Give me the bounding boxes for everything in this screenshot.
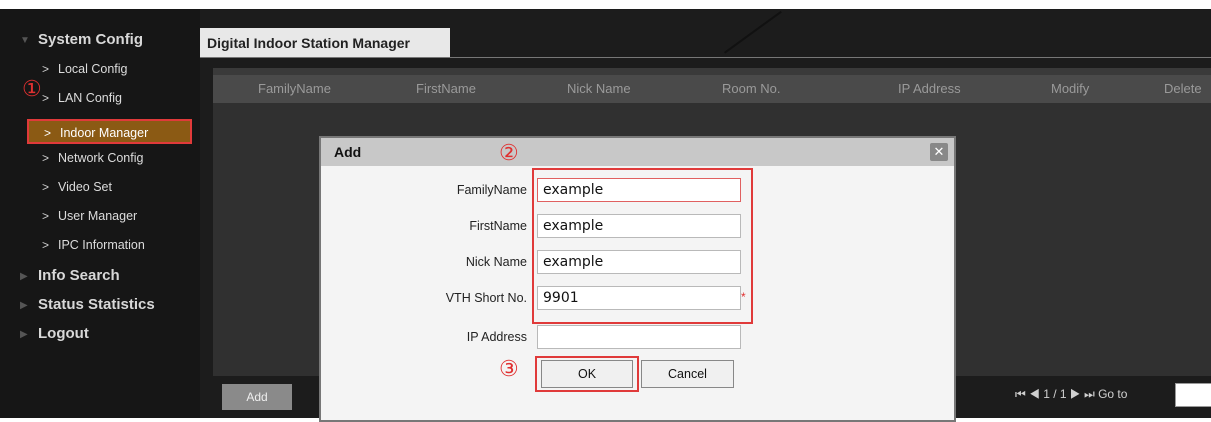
- firstname-field[interactable]: example: [537, 214, 741, 238]
- nickname-label: Nick Name: [465, 255, 527, 269]
- sidebar-item-ipc-information[interactable]: > IPC Information: [42, 238, 145, 252]
- column-header-delete[interactable]: Delete: [1164, 81, 1202, 96]
- vth-short-no-label: VTH Short No.: [445, 291, 527, 305]
- sidebar-section-label: Info Search: [38, 267, 120, 284]
- annotation-marker-1: ①: [22, 77, 42, 102]
- goto-page-input[interactable]: [1175, 383, 1211, 407]
- sidebar-item-lan-config[interactable]: > LAN Config: [42, 91, 122, 105]
- chevron-right-icon: >: [42, 62, 50, 76]
- chevron-right-icon: >: [42, 180, 50, 194]
- tab-divider: [200, 57, 1211, 58]
- firstname-label: FirstName: [469, 219, 527, 233]
- sidebar-item-label: Indoor Manager: [60, 126, 149, 140]
- last-page-icon[interactable]: ⏭: [1084, 387, 1095, 401]
- page-indicator: ◀ 1 / 1 ▶: [1029, 387, 1081, 401]
- annotation-marker-3: ③: [499, 357, 519, 382]
- triangle-right-icon: ▶: [20, 299, 28, 311]
- column-header-nickname[interactable]: Nick Name: [567, 81, 631, 96]
- familyname-field[interactable]: example: [537, 178, 741, 202]
- dialog-titlebar: Add ✕: [321, 138, 954, 166]
- sidebar: ▼ System Config > Local Config > LAN Config…: [0, 9, 200, 418]
- chevron-right-icon: >: [42, 209, 50, 223]
- app-window: ▼ System Config > Local Config > LAN Config…: [0, 9, 1211, 422]
- triangle-right-icon: ▶: [20, 328, 28, 340]
- sidebar-item-label: Network Config: [58, 151, 144, 165]
- sidebar-section-label: System Config: [38, 31, 144, 48]
- required-asterisk: *: [741, 290, 746, 304]
- ip-address-field[interactable]: [537, 325, 741, 349]
- chevron-right-icon: >: [42, 91, 50, 105]
- first-page-icon[interactable]: ⏮: [1015, 387, 1026, 401]
- column-header-roomno[interactable]: Room No.: [722, 81, 781, 96]
- ip-address-label: IP Address: [466, 330, 527, 344]
- sidebar-item-local-config[interactable]: > Local Config: [42, 62, 128, 76]
- triangle-right-icon: ▶: [20, 270, 28, 282]
- add-button[interactable]: Add: [222, 384, 292, 410]
- chevron-right-icon: >: [42, 151, 50, 165]
- chevron-right-icon: >: [42, 238, 50, 252]
- familyname-label: FamilyName: [456, 183, 527, 197]
- sidebar-item-indoor-manager[interactable]: > Indoor Manager: [27, 119, 192, 144]
- goto-label: Go to: [1098, 387, 1128, 401]
- sidebar-item-label: Local Config: [58, 62, 128, 76]
- vth-short-no-field[interactable]: 9901: [537, 286, 741, 310]
- pagination: ⏮ ◀ 1 / 1 ▶ ⏭ Go to: [1015, 383, 1211, 407]
- dialog-title: Add: [334, 144, 362, 160]
- column-header-firstname[interactable]: FirstName: [416, 81, 476, 96]
- sidebar-section-label: Logout: [38, 325, 89, 342]
- sidebar-item-video-set[interactable]: > Video Set: [42, 180, 112, 194]
- column-header-familyname[interactable]: FamilyName: [258, 81, 331, 96]
- sidebar-item-label: LAN Config: [58, 91, 122, 105]
- sidebar-section-logout[interactable]: ▶ Logout: [20, 325, 89, 342]
- tab-digital-indoor-station-manager[interactable]: Digital Indoor Station Manager: [200, 28, 450, 58]
- sidebar-section-label: Status Statistics: [38, 296, 155, 313]
- sidebar-item-label: Video Set: [58, 180, 112, 194]
- sidebar-item-user-manager[interactable]: > User Manager: [42, 209, 137, 223]
- sidebar-item-network-config[interactable]: > Network Config: [42, 151, 143, 165]
- cancel-button[interactable]: Cancel: [641, 360, 734, 388]
- column-header-modify[interactable]: Modify: [1051, 81, 1089, 96]
- close-icon[interactable]: ✕: [930, 143, 948, 161]
- table-header: FamilyName FirstName Nick Name Room No. …: [213, 75, 1211, 103]
- nickname-field[interactable]: example: [537, 250, 741, 274]
- add-dialog: Add ✕ ② FamilyName example FirstName exa…: [319, 136, 956, 422]
- triangle-down-icon: ▼: [20, 34, 30, 46]
- column-header-ipaddress[interactable]: IP Address: [898, 81, 961, 96]
- sidebar-section-system-config[interactable]: ▼ System Config: [20, 31, 143, 48]
- sidebar-item-label: IPC Information: [58, 238, 145, 252]
- ok-button[interactable]: OK: [541, 360, 633, 388]
- sidebar-section-status-statistics[interactable]: ▶ Status Statistics: [20, 296, 155, 313]
- annotation-marker-2: ②: [499, 141, 519, 166]
- chevron-right-icon: >: [44, 126, 52, 140]
- sidebar-item-label: User Manager: [58, 209, 138, 223]
- sidebar-section-info-search[interactable]: ▶ Info Search: [20, 267, 120, 284]
